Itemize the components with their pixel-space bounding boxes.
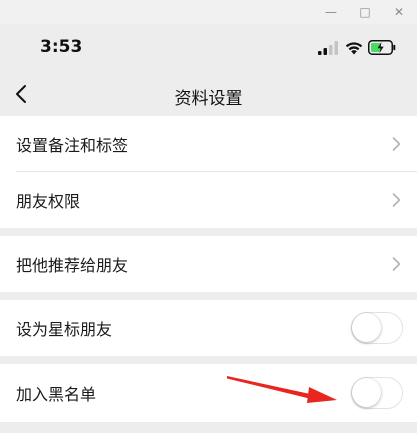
annotation-arrow-icon bbox=[227, 376, 337, 403]
status-time: 3:53 bbox=[40, 37, 83, 57]
screen: — □ ✕ 3:53 资料设置 设置备注和标签 朋友权限 把他推荐给朋友 设为星… bbox=[0, 0, 417, 433]
battery-charging-icon bbox=[368, 40, 396, 55]
page-title: 资料设置 bbox=[174, 89, 243, 109]
list-item-label: 设为星标朋友 bbox=[16, 320, 113, 339]
chevron-right-icon bbox=[392, 193, 401, 207]
list-item-remark-tags[interactable]: 设置备注和标签 bbox=[0, 116, 417, 172]
chevron-right-icon bbox=[392, 137, 401, 151]
list-item-label: 把他推荐给朋友 bbox=[16, 256, 129, 275]
list-item-recommend-to-friend[interactable]: 把他推荐给朋友 bbox=[0, 236, 417, 292]
toggle-knob bbox=[352, 313, 381, 342]
list-item-label: 设置备注和标签 bbox=[16, 136, 129, 155]
blacklist-toggle[interactable] bbox=[351, 377, 403, 409]
list-item-label: 加入黑名单 bbox=[16, 385, 97, 404]
minimize-button[interactable]: — bbox=[322, 3, 340, 21]
toggle-knob bbox=[352, 378, 381, 407]
chevron-right-icon bbox=[392, 257, 401, 271]
window-titlebar: — □ ✕ bbox=[0, 0, 417, 24]
star-friend-toggle[interactable] bbox=[351, 312, 403, 344]
status-bar: 3:53 bbox=[0, 24, 417, 72]
close-button[interactable]: ✕ bbox=[390, 3, 408, 21]
wifi-icon bbox=[345, 42, 363, 55]
list-item-blacklist: 加入黑名单 bbox=[0, 364, 417, 422]
maximize-button[interactable]: □ bbox=[356, 3, 374, 21]
list-item-friend-permissions[interactable]: 朋友权限 bbox=[0, 172, 417, 228]
nav-bar: 资料设置 bbox=[0, 72, 417, 116]
list-item-label: 朋友权限 bbox=[16, 192, 81, 211]
signal-icon bbox=[318, 41, 338, 55]
list-item-star-friend: 设为星标朋友 bbox=[0, 300, 417, 356]
